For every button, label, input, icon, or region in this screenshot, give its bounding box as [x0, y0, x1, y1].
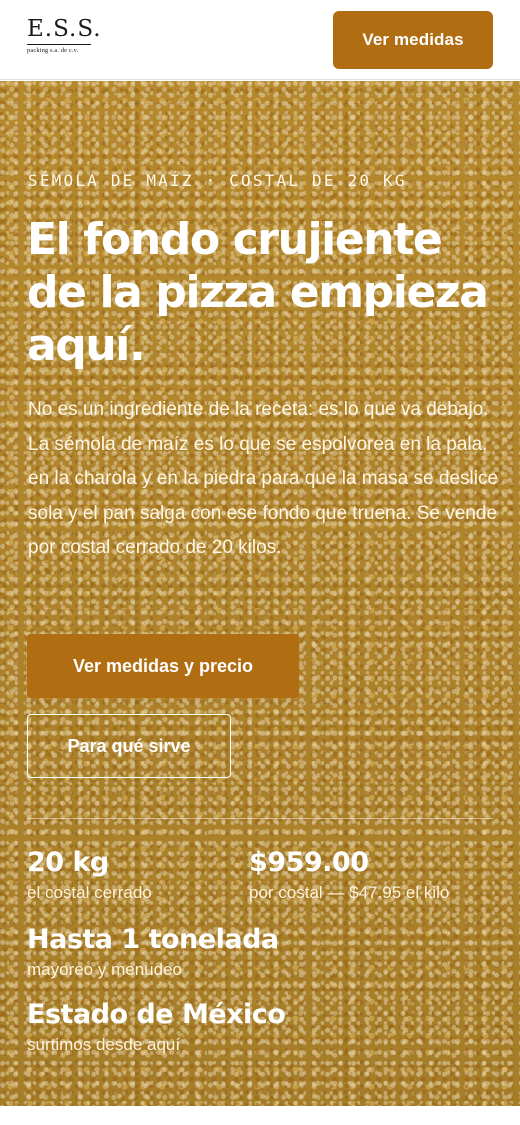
stat-value: 20 kg [27, 847, 109, 878]
stat-value: $959.00 [249, 847, 369, 878]
stat-label: el costal cerrado [27, 883, 152, 902]
hero-headline: El fondo crujiente de la pizza empieza a… [27, 214, 489, 371]
stat-location: Estado de México surtimos desde aquí [27, 998, 286, 1056]
page-bottom-strip [0, 1106, 520, 1125]
stat-label: surtimos desde aquí [27, 1035, 181, 1054]
logo-subtitle: packing s.a. de c.v. [27, 44, 91, 54]
stat-price: $959.00 por costal — $47.95 el kilo [249, 846, 449, 904]
stat-label: por costal — $47.95 el kilo [249, 883, 450, 902]
hero-eyebrow: SÉMOLA DE MAÍZ · COSTAL DE 20 KG [28, 171, 407, 190]
view-sizes-price-button[interactable]: Ver medidas y precio [27, 634, 299, 698]
hero-section: SÉMOLA DE MAÍZ · COSTAL DE 20 KG El fond… [0, 81, 520, 1106]
stat-value: Estado de México [27, 999, 286, 1030]
stats-divider [27, 818, 493, 819]
what-is-it-for-button[interactable]: Para qué sirve [27, 714, 231, 778]
stat-value: Hasta 1 tonelada [27, 924, 279, 955]
stat-label: mayoreo y menudeo [27, 960, 182, 979]
brand-logo[interactable]: E.S.S. packing s.a. de c.v. [27, 16, 102, 54]
header-view-sizes-button[interactable]: Ver medidas [333, 11, 493, 69]
hero-description: No es un ingrediente de la receta: es lo… [28, 399, 499, 558]
logo-wordmark: E.S.S. [27, 16, 102, 42]
site-header: E.S.S. packing s.a. de c.v. Ver medidas [0, 0, 520, 80]
stat-weight: 20 kg el costal cerrado [27, 846, 152, 904]
stat-capacity: Hasta 1 tonelada mayoreo y menudeo [27, 923, 279, 981]
